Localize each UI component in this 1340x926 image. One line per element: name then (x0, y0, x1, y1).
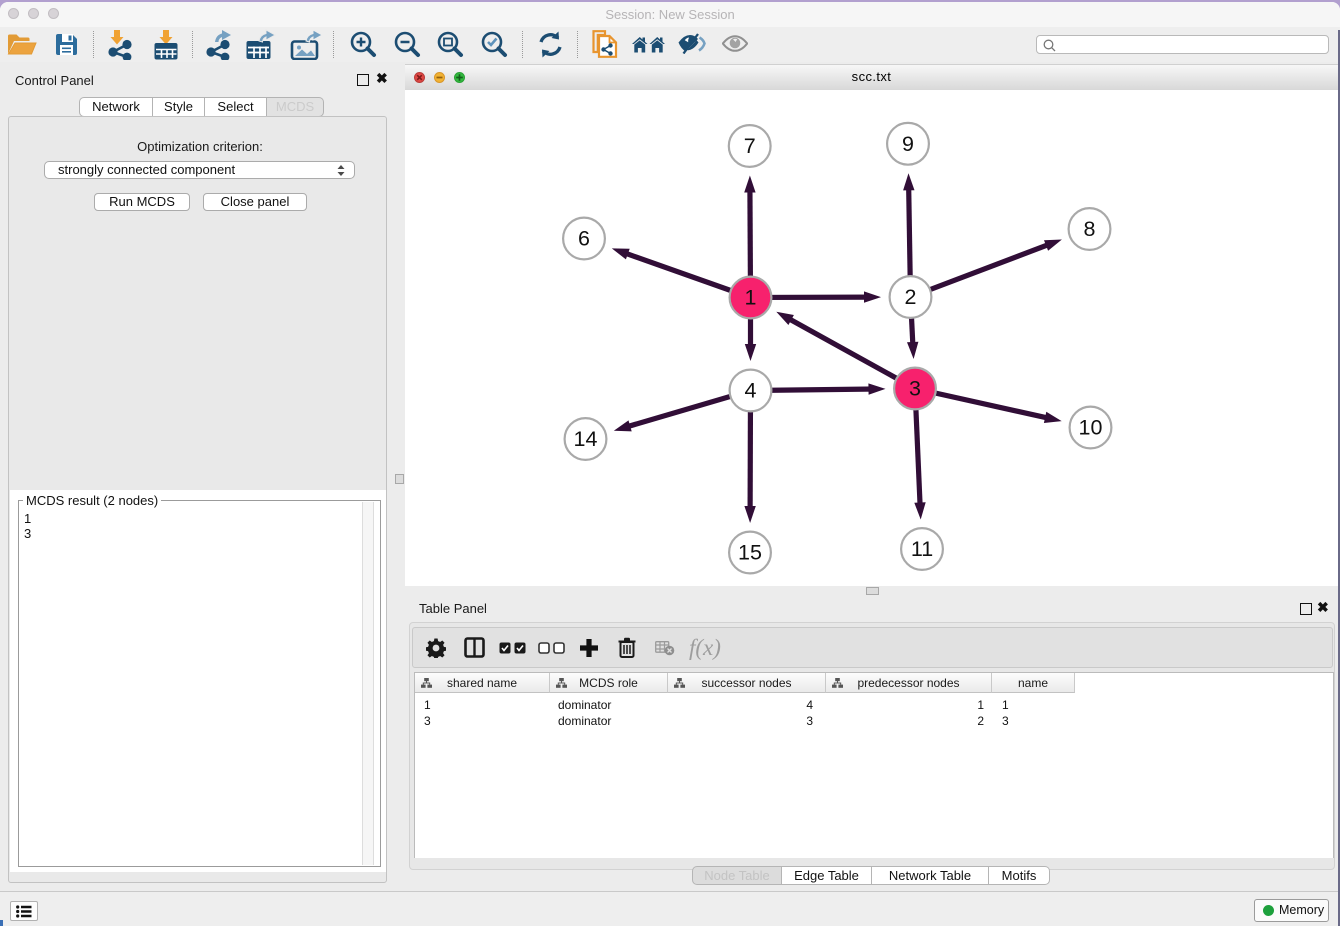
svg-text:8: 8 (1084, 217, 1096, 241)
svg-text:14: 14 (574, 427, 598, 451)
svg-text:4: 4 (745, 379, 757, 403)
svg-text:6: 6 (578, 227, 590, 251)
svg-text:10: 10 (1079, 416, 1103, 440)
svg-text:15: 15 (738, 541, 762, 565)
svg-text:2: 2 (905, 285, 917, 309)
svg-text:9: 9 (902, 132, 914, 156)
svg-text:1: 1 (745, 286, 757, 310)
svg-text:7: 7 (744, 134, 756, 158)
svg-text:11: 11 (911, 537, 933, 561)
svg-text:3: 3 (909, 377, 921, 401)
